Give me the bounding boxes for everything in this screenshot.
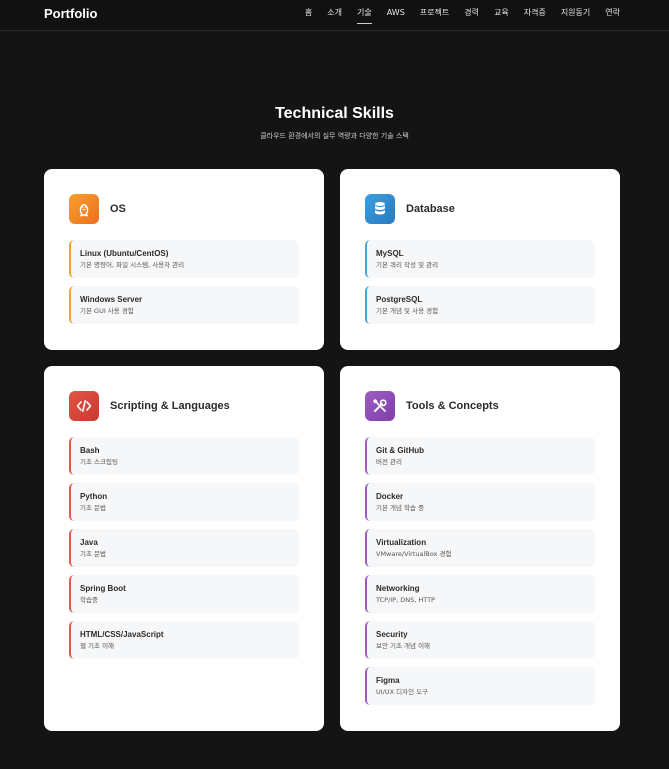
skill-item: Java 기초 문법 [69, 529, 299, 567]
skill-name: Bash [80, 446, 100, 455]
skill-desc: 기초 문법 [80, 504, 106, 512]
skill-name: Figma [376, 676, 400, 685]
skill-desc: 보안 기초 개념 이해 [376, 642, 431, 650]
skill-desc: UI/UX 디자인 도구 [376, 688, 429, 696]
skill-item: MySQL 기본 쿼리 작성 및 관리 [365, 240, 595, 278]
code-icon [69, 391, 99, 421]
nav-item-experience[interactable]: 경력 [464, 7, 479, 19]
skill-card-tools: Tools & Concepts Git & GitHub 버전 관리 Dock… [340, 366, 620, 731]
skill-name: Spring Boot [80, 584, 126, 593]
card-title: Scripting & Languages [110, 400, 230, 412]
card-title: Database [406, 203, 455, 215]
skill-desc: 웹 기초 이해 [80, 642, 115, 650]
skill-name: Virtualization [376, 538, 427, 547]
card-header: OS [69, 194, 126, 224]
brand-logo[interactable]: Portfolio [44, 6, 97, 21]
section-title: Technical Skills [275, 105, 394, 122]
linux-icon [69, 194, 99, 224]
skill-desc: 기본 개념 및 사용 경험 [376, 307, 439, 315]
skill-desc: 기본 개념 학습 중 [376, 504, 425, 512]
skill-item: Python 기초 문법 [69, 483, 299, 521]
skill-desc: VMware/VirtualBox 경험 [376, 550, 452, 558]
skill-item: Linux (Ubuntu/CentOS) 기본 명령어, 파일 시스템, 사용… [69, 240, 299, 278]
skill-item: PostgreSQL 기본 개념 및 사용 경험 [365, 286, 595, 324]
nav-item-certificates[interactable]: 자격증 [524, 7, 546, 19]
skill-item: Security 보안 기초 개념 이해 [365, 621, 595, 659]
navbar: Portfolio 홈 소개 기술 AWS 프로젝트 경력 교육 자격증 지원동… [0, 0, 669, 31]
skill-name: Docker [376, 492, 404, 501]
skill-desc: 기본 쿼리 작성 및 관리 [376, 261, 439, 269]
skill-list: Bash 기초 스크립팅 Python 기초 문법 Java 기초 문법 Spr… [69, 437, 299, 667]
nav-menu: 홈 소개 기술 AWS 프로젝트 경력 교육 자격증 지원동기 연락 [305, 7, 620, 24]
database-icon [365, 194, 395, 224]
nav-item-aws[interactable]: AWS [387, 7, 405, 19]
tools-icon [365, 391, 395, 421]
skill-card-os: OS Linux (Ubuntu/CentOS) 기본 명령어, 파일 시스템,… [44, 169, 324, 350]
skill-desc: TCP/IP, DNS, HTTP [376, 596, 435, 604]
card-header: Tools & Concepts [365, 391, 499, 421]
skill-item: Figma UI/UX 디자인 도구 [365, 667, 595, 705]
skill-name: Python [80, 492, 108, 501]
skill-item: Spring Boot 학습중 [69, 575, 299, 613]
card-header: Scripting & Languages [69, 391, 230, 421]
skill-name: Windows Server [80, 295, 143, 304]
skill-desc: 기초 문법 [80, 550, 106, 558]
skill-list: Git & GitHub 버전 관리 Docker 기본 개념 학습 중 Vir… [365, 437, 595, 713]
skill-name: Java [80, 538, 98, 547]
nav-item-contact[interactable]: 연락 [605, 7, 620, 19]
skill-desc: 기초 스크립팅 [80, 458, 118, 466]
skill-item: Windows Server 기본 GUI 사용 경험 [69, 286, 299, 324]
skill-name: Linux (Ubuntu/CentOS) [80, 249, 169, 258]
nav-item-skills[interactable]: 기술 [357, 7, 372, 24]
skill-card-database: Database MySQL 기본 쿼리 작성 및 관리 PostgreSQL … [340, 169, 620, 350]
section-subtitle: 클라우드 환경에서의 실무 역량과 다양한 기술 스택 [260, 132, 409, 140]
skill-name: PostgreSQL [376, 295, 423, 304]
skill-item: Bash 기초 스크립팅 [69, 437, 299, 475]
skill-item: HTML/CSS/JavaScript 웹 기초 이해 [69, 621, 299, 659]
skill-desc: 기본 GUI 사용 경험 [80, 307, 134, 315]
skill-name: HTML/CSS/JavaScript [80, 630, 164, 639]
card-title: OS [110, 203, 126, 215]
nav-item-about[interactable]: 소개 [327, 7, 342, 19]
nav-item-projects[interactable]: 프로젝트 [420, 7, 449, 19]
skill-name: MySQL [376, 249, 404, 258]
card-header: Database [365, 194, 455, 224]
nav-item-education[interactable]: 교육 [494, 7, 509, 19]
nav-item-motivation[interactable]: 지원동기 [561, 7, 590, 19]
card-title: Tools & Concepts [406, 400, 499, 412]
skill-desc: 학습중 [80, 596, 98, 604]
skill-list: MySQL 기본 쿼리 작성 및 관리 PostgreSQL 기본 개념 및 사… [365, 240, 595, 332]
skill-item: Git & GitHub 버전 관리 [365, 437, 595, 475]
skill-name: Git & GitHub [376, 446, 424, 455]
skill-item: Virtualization VMware/VirtualBox 경험 [365, 529, 595, 567]
skill-card-scripting: Scripting & Languages Bash 기초 스크립팅 Pytho… [44, 366, 324, 731]
skill-name: Networking [376, 584, 420, 593]
skill-item: Networking TCP/IP, DNS, HTTP [365, 575, 595, 613]
skill-desc: 버전 관리 [376, 458, 402, 466]
skill-list: Linux (Ubuntu/CentOS) 기본 명령어, 파일 시스템, 사용… [69, 240, 299, 332]
nav-item-home[interactable]: 홈 [305, 7, 312, 19]
skill-item: Docker 기본 개념 학습 중 [365, 483, 595, 521]
skill-desc: 기본 명령어, 파일 시스템, 사용자 관리 [80, 261, 185, 269]
skill-name: Security [376, 630, 408, 639]
